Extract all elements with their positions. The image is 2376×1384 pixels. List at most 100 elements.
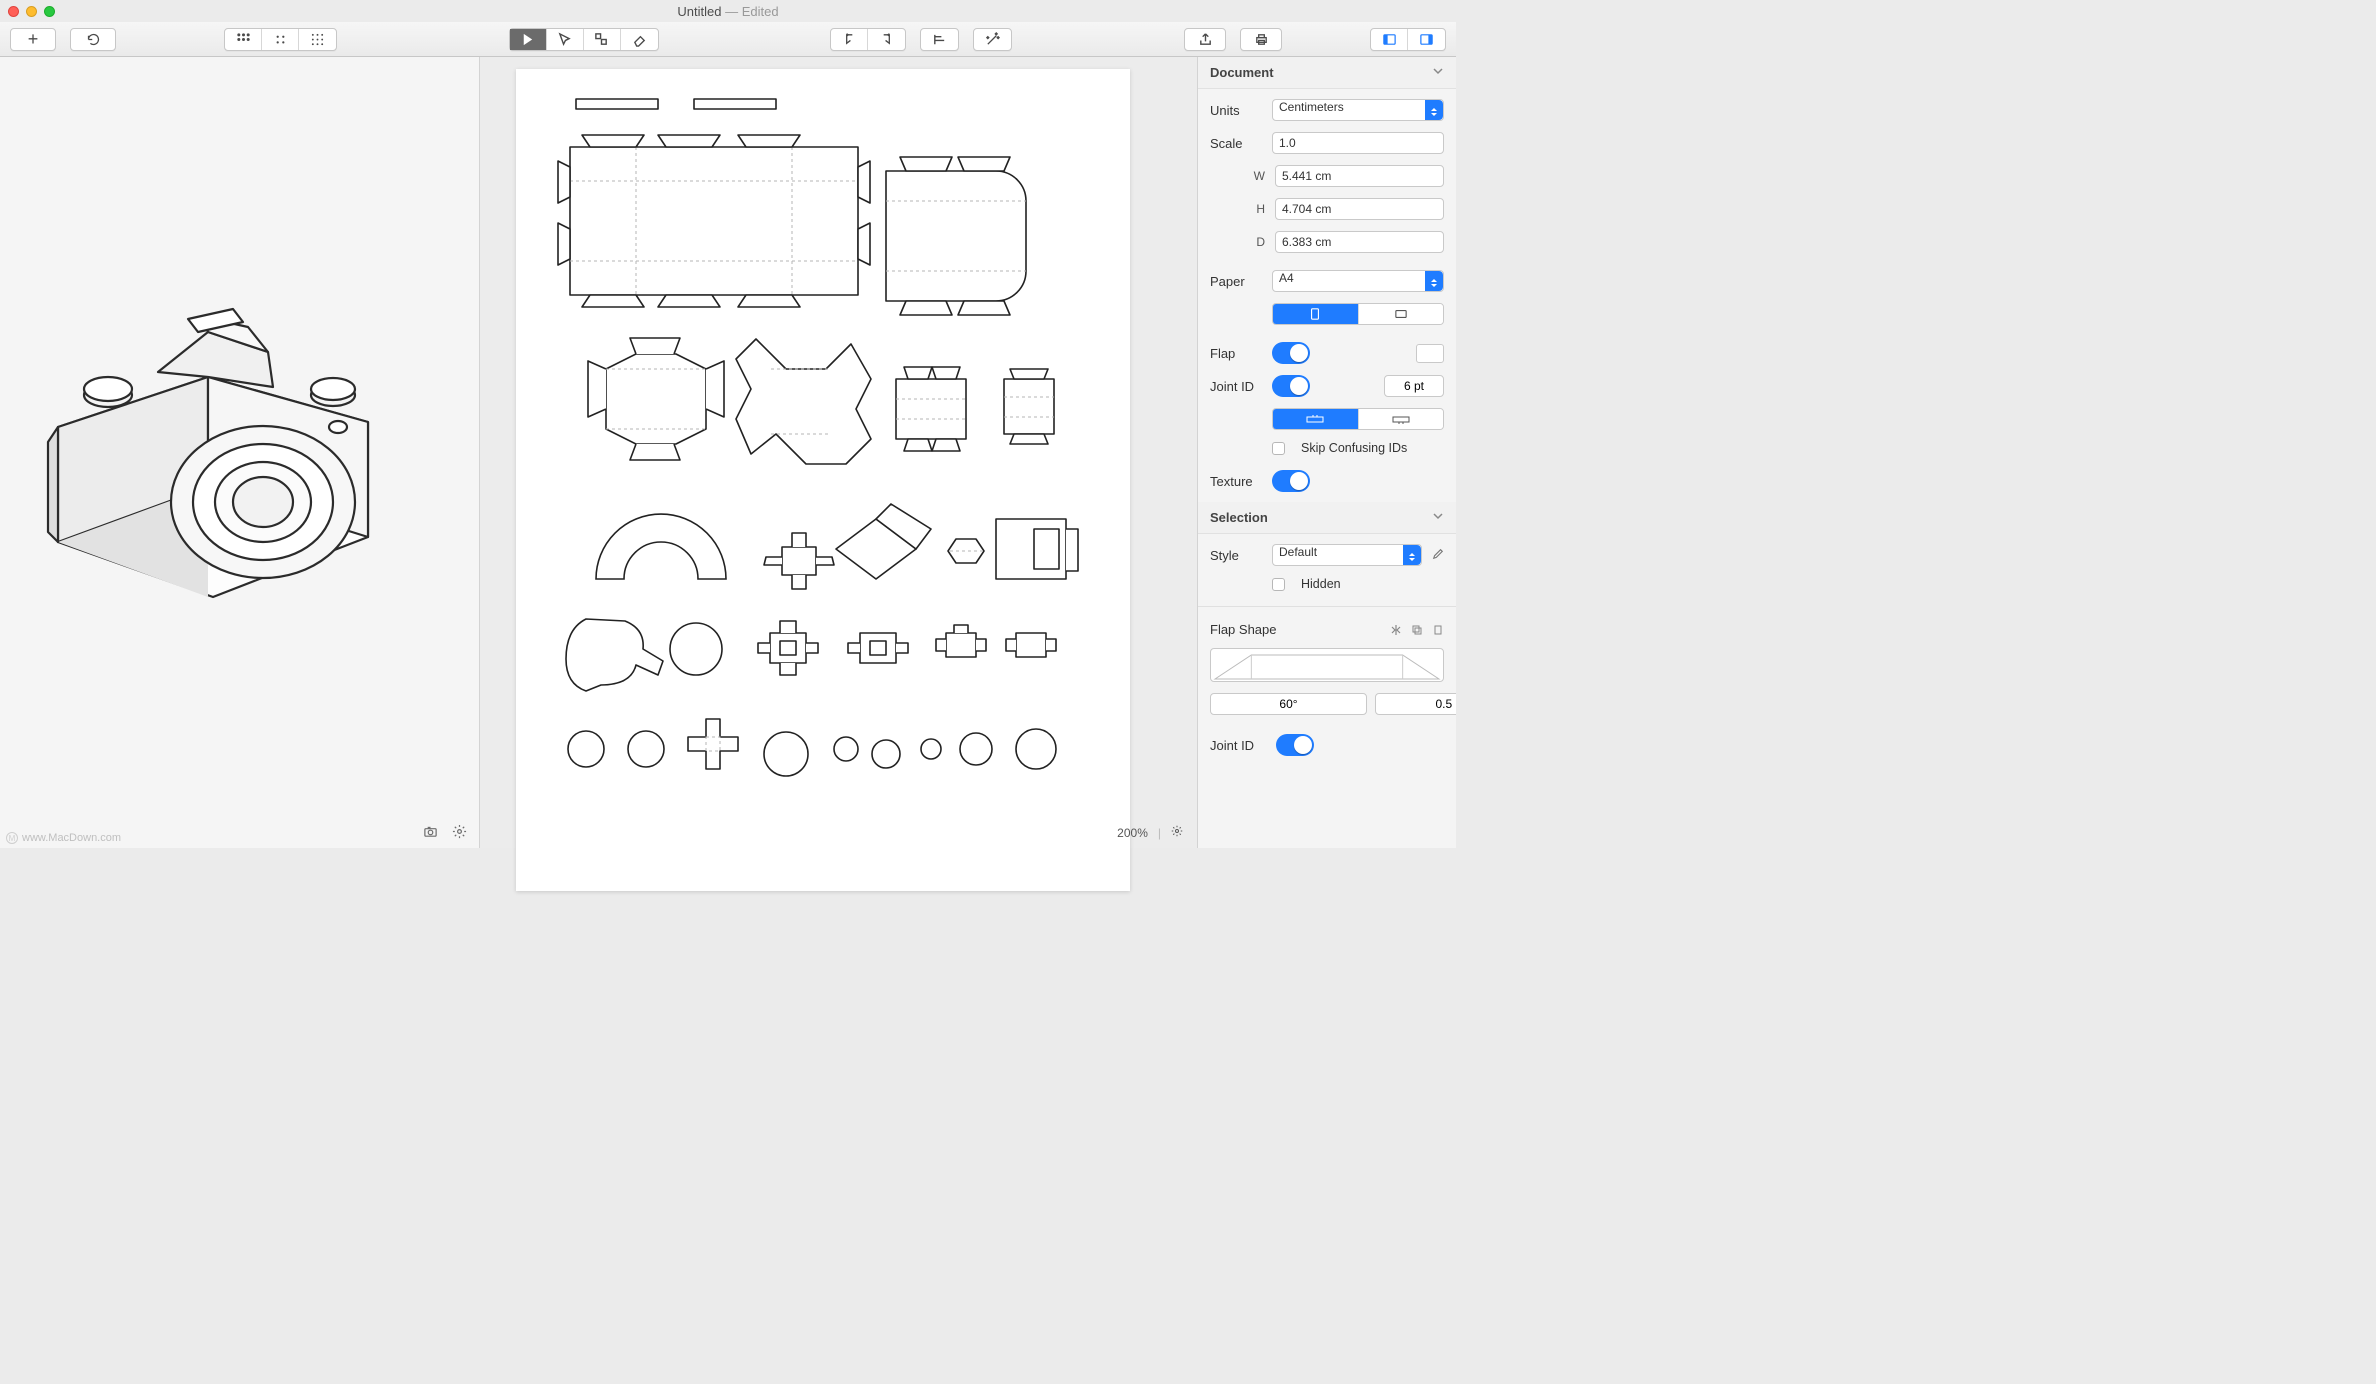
edit-style-icon[interactable] [1432,548,1444,563]
tab-outside-icon [1391,414,1411,424]
flap-angle-left-input[interactable] [1210,693,1367,715]
flapshape-label: Flap Shape [1210,622,1379,637]
inspector-panel: Document Units Centimeters Scale W H D P… [1198,57,1456,848]
3d-view[interactable] [0,57,480,848]
tab-inside-icon [1305,414,1325,424]
scale-input[interactable] [1272,132,1444,154]
w-label: W [1254,169,1265,183]
right-panel-toggle[interactable] [1408,29,1445,50]
window-zoom-button[interactable] [44,6,55,17]
select-tool-button[interactable] [547,29,584,50]
landscape-button[interactable] [1359,304,1444,324]
grid-small-icon [310,32,325,47]
canvas-page [516,69,1130,891]
split-icon [594,32,609,47]
inspector-section-document[interactable]: Document [1198,57,1456,89]
share-button[interactable] [1185,29,1225,50]
left-panel-toggle[interactable] [1371,29,1408,50]
rotate-right-button[interactable] [868,29,905,50]
doc-name: Untitled [677,4,721,19]
texture-label: Texture [1210,474,1262,489]
doc-state: Edited [742,4,779,19]
flap-gap-input[interactable] [1375,693,1456,715]
thumb-medium-button[interactable] [262,29,299,50]
split-tool-button[interactable] [584,29,621,50]
width-input[interactable] [1275,165,1444,187]
jointid-size-input[interactable] [1384,375,1444,397]
units-select[interactable]: Centimeters [1272,99,1444,121]
window-close-button[interactable] [8,6,19,17]
units-label: Units [1210,103,1262,118]
flap-color-well[interactable] [1416,344,1444,363]
jointid-label: Joint ID [1210,379,1262,394]
left-panel-icon [1382,32,1397,47]
landscape-icon [1395,308,1407,320]
align-icon [932,32,947,47]
hidden-checkbox[interactable] [1272,578,1285,591]
print-button[interactable] [1241,29,1281,50]
add-button[interactable]: + [11,29,55,50]
h-label: H [1256,202,1265,216]
hidden-label: Hidden [1301,577,1341,591]
scale-label: Scale [1210,136,1262,151]
skip-ids-label: Skip Confusing IDs [1301,441,1407,455]
rotate-left-icon [842,32,857,47]
eraser-tool-button[interactable] [621,29,658,50]
panel-toggle-segment [1370,28,1446,51]
camera-model-illustration [38,277,418,617]
refresh-icon [86,32,101,47]
jointid-inside-button[interactable] [1273,409,1359,429]
grid-medium-icon [273,32,288,47]
magic-wand-icon [985,32,1000,47]
watermark: M www.MacDown.com [6,832,121,844]
toolbar: + [0,22,1456,57]
pointer-icon [557,32,572,47]
rotate-left-button[interactable] [831,29,868,50]
thumbnail-size-segment [224,28,337,51]
printer-icon [1254,32,1269,47]
eraser-icon [632,32,647,47]
zoom-value[interactable]: 200% [1117,826,1148,840]
d-label: D [1256,235,1265,249]
share-icon [1198,32,1213,47]
chevron-down-icon [1432,65,1444,80]
section-title: Document [1210,65,1274,80]
align-button[interactable] [921,29,958,50]
skip-ids-checkbox[interactable] [1272,442,1285,455]
thumb-small-button[interactable] [299,29,336,50]
net-layout-illustration [516,69,1130,891]
play-icon [520,32,535,47]
portrait-button[interactable] [1273,304,1359,324]
rotate-right-icon [879,32,894,47]
section-title: Selection [1210,510,1268,525]
magic-button[interactable] [974,29,1011,50]
refresh-button[interactable] [71,29,115,50]
height-input[interactable] [1275,198,1444,220]
flap-shape-editor[interactable] [1210,648,1444,682]
window-title: Untitled — Edited [0,4,1456,19]
paper-label: Paper [1210,274,1262,289]
camera-snap-icon[interactable] [423,824,438,842]
jointid-toggle[interactable] [1272,375,1310,397]
jointid-outside-button[interactable] [1359,409,1444,429]
inspector-section-selection[interactable]: Selection [1198,502,1456,534]
main-split: 200% | Document Units Centimeters Scale … [0,57,1456,848]
texture-toggle[interactable] [1272,470,1310,492]
view-settings-icon[interactable] [452,824,467,842]
style-select[interactable]: Default [1272,544,1422,566]
unfold-settings-icon[interactable] [1171,825,1183,840]
flap-toggle[interactable] [1272,342,1310,364]
play-tool-button[interactable] [510,29,547,50]
flip-horizontal-icon[interactable] [1389,624,1402,636]
depth-input[interactable] [1275,231,1444,253]
portrait-icon [1309,308,1321,320]
thumb-large-button[interactable] [225,29,262,50]
paste-icon[interactable] [1431,624,1444,636]
paper-select[interactable]: A4 [1272,270,1444,292]
sel-jointid-label: Joint ID [1210,738,1266,753]
unfold-view[interactable]: 200% | [480,57,1198,848]
copy-icon[interactable] [1410,624,1423,636]
tool-segment [509,28,659,51]
sel-jointid-toggle[interactable] [1276,734,1314,756]
window-minimize-button[interactable] [26,6,37,17]
